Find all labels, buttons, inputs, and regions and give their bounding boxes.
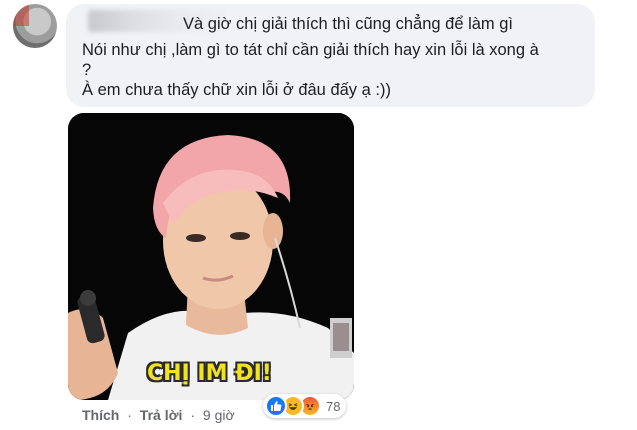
meme-illustration	[68, 113, 354, 400]
reaction-count: 78	[326, 398, 341, 414]
meme-caption: CHỊ IM ĐI!	[147, 361, 272, 386]
like-icon	[265, 395, 287, 417]
comment-line-4: À em chưa thấy chữ xin lỗi ở đâu đấy ạ :…	[82, 81, 391, 99]
comment-line-2: Nói như chị ,làm gì to tát chỉ cần giải …	[82, 41, 539, 59]
comment-timestamp[interactable]: 9 giờ	[203, 407, 235, 423]
reply-link[interactable]: Trả lời	[140, 407, 183, 423]
comment-line-1: Và giờ chị giải thích thì cũng chẳng để …	[183, 15, 514, 33]
separator-dot: ·	[127, 407, 132, 423]
separator-dot: ·	[190, 407, 195, 423]
comment-bubble: Và giờ chị giải thích thì cũng chẳng để …	[66, 4, 595, 107]
meme-image[interactable]: CHỊ IM ĐI!	[68, 113, 354, 400]
comment-line-3: ?	[82, 61, 92, 79]
comment-actions: Thích · Trả lời · 9 giờ	[82, 406, 235, 424]
reactions-summary[interactable]: 78	[263, 394, 347, 418]
commenter-avatar[interactable]	[13, 4, 57, 48]
like-link[interactable]: Thích	[82, 407, 119, 423]
